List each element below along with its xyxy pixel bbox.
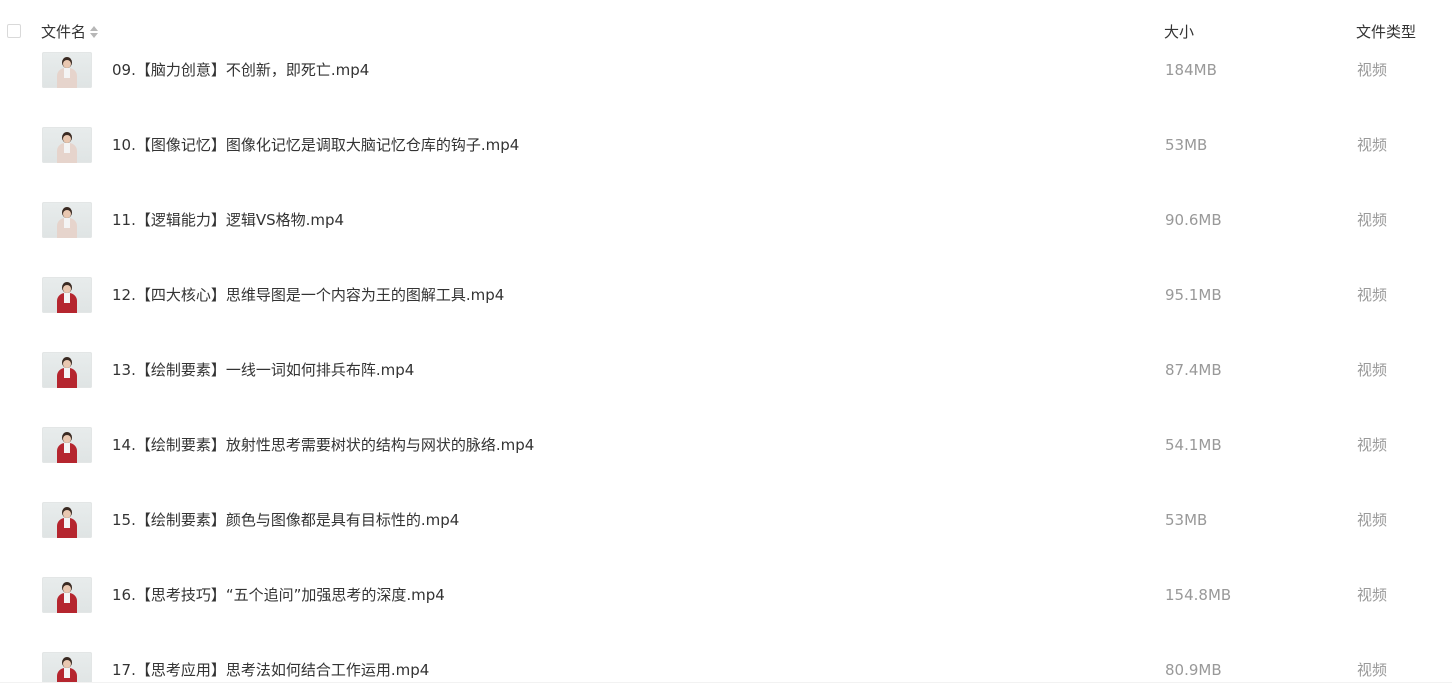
video-thumbnail[interactable] bbox=[42, 502, 92, 538]
thumbnail-figure-shirt bbox=[64, 518, 70, 528]
table-row[interactable]: 14.【绘制要素】放射性思考需要树状的结构与网状的脉络.mp4 54.1MB 视频 bbox=[0, 427, 1452, 502]
table-row[interactable]: 09.【脑力创意】不创新，即死亡.mp4 184MB 视频 bbox=[0, 52, 1452, 127]
thumbnail-figure-face bbox=[63, 210, 71, 218]
file-size: 53MB bbox=[1165, 511, 1208, 529]
table-row[interactable]: 11.【逻辑能力】逻辑VS格物.mp4 90.6MB 视频 bbox=[0, 202, 1452, 277]
sort-icon[interactable] bbox=[90, 25, 99, 39]
file-size: 53MB bbox=[1165, 136, 1208, 154]
thumbnail-figure-face bbox=[63, 360, 71, 368]
thumbnail-figure-face bbox=[63, 660, 71, 668]
table-row[interactable]: 15.【绘制要素】颜色与图像都是具有目标性的.mp4 53MB 视频 bbox=[0, 502, 1452, 577]
thumbnail-figure-face bbox=[63, 60, 71, 68]
file-size: 54.1MB bbox=[1165, 436, 1222, 454]
file-size: 184MB bbox=[1165, 61, 1217, 79]
file-list-view: 文件名 大小 文件类型 09.【脑力创意】不创新，即死亡.mp4 184MB 视频 1… bbox=[0, 0, 1452, 696]
file-size: 90.6MB bbox=[1165, 211, 1222, 229]
thumbnail-figure-shirt bbox=[64, 218, 70, 228]
list-bottom-edge bbox=[0, 682, 1452, 696]
thumbnail-figure-face bbox=[63, 135, 71, 143]
file-name[interactable]: 17.【思考应用】思考法如何结合工作运用.mp4 bbox=[112, 660, 429, 680]
video-thumbnail[interactable] bbox=[42, 52, 92, 88]
table-row[interactable]: 10.【图像记忆】图像化记忆是调取大脑记忆仓库的钩子.mp4 53MB 视频 bbox=[0, 127, 1452, 202]
column-header-name[interactable]: 文件名 bbox=[41, 22, 99, 42]
file-size: 154.8MB bbox=[1165, 586, 1232, 604]
table-row[interactable]: 13.【绘制要素】一线一词如何排兵布阵.mp4 87.4MB 视频 bbox=[0, 352, 1452, 427]
file-type: 视频 bbox=[1357, 586, 1388, 604]
table-header: 文件名 大小 文件类型 bbox=[0, 0, 1452, 52]
file-name[interactable]: 09.【脑力创意】不创新，即死亡.mp4 bbox=[112, 60, 369, 80]
file-type: 视频 bbox=[1357, 211, 1388, 229]
file-type: 视频 bbox=[1357, 436, 1388, 454]
file-type: 视频 bbox=[1357, 361, 1388, 379]
file-type: 视频 bbox=[1357, 136, 1388, 154]
thumbnail-figure-shirt bbox=[64, 593, 70, 603]
table-row[interactable]: 12.【四大核心】思维导图是一个内容为王的图解工具.mp4 95.1MB 视频 bbox=[0, 277, 1452, 352]
video-thumbnail[interactable] bbox=[42, 577, 92, 613]
file-name[interactable]: 10.【图像记忆】图像化记忆是调取大脑记忆仓库的钩子.mp4 bbox=[112, 135, 519, 155]
video-thumbnail[interactable] bbox=[42, 427, 92, 463]
video-thumbnail[interactable] bbox=[42, 277, 92, 313]
thumbnail-figure-face bbox=[63, 510, 71, 518]
file-type: 视频 bbox=[1357, 511, 1388, 529]
file-name[interactable]: 15.【绘制要素】颜色与图像都是具有目标性的.mp4 bbox=[112, 510, 459, 530]
column-header-size[interactable]: 大小 bbox=[1164, 22, 1194, 42]
thumbnail-figure-shirt bbox=[64, 668, 70, 678]
file-size: 87.4MB bbox=[1165, 361, 1222, 379]
thumbnail-figure-shirt bbox=[64, 68, 70, 78]
video-thumbnail[interactable] bbox=[42, 202, 92, 238]
video-thumbnail[interactable] bbox=[42, 352, 92, 388]
thumbnail-figure-face bbox=[63, 435, 71, 443]
file-name[interactable]: 13.【绘制要素】一线一词如何排兵布阵.mp4 bbox=[112, 360, 414, 380]
thumbnail-figure-shirt bbox=[64, 143, 70, 153]
file-name[interactable]: 11.【逻辑能力】逻辑VS格物.mp4 bbox=[112, 210, 344, 230]
thumbnail-figure-face bbox=[63, 285, 71, 293]
video-thumbnail[interactable] bbox=[42, 127, 92, 163]
thumbnail-figure-shirt bbox=[64, 293, 70, 303]
file-name[interactable]: 12.【四大核心】思维导图是一个内容为王的图解工具.mp4 bbox=[112, 285, 504, 305]
file-type: 视频 bbox=[1357, 61, 1388, 79]
thumbnail-figure-shirt bbox=[64, 368, 70, 378]
column-header-name-label: 文件名 bbox=[41, 23, 87, 41]
column-header-type[interactable]: 文件类型 bbox=[1356, 22, 1416, 42]
table-row[interactable]: 16.【思考技巧】“五个追问”加强思考的深度.mp4 154.8MB 视频 bbox=[0, 577, 1452, 652]
select-all-checkbox[interactable] bbox=[7, 24, 21, 38]
file-type: 视频 bbox=[1357, 661, 1388, 679]
file-size: 95.1MB bbox=[1165, 286, 1222, 304]
file-name[interactable]: 14.【绘制要素】放射性思考需要树状的结构与网状的脉络.mp4 bbox=[112, 435, 534, 455]
file-type: 视频 bbox=[1357, 286, 1388, 304]
file-size: 80.9MB bbox=[1165, 661, 1222, 679]
file-name[interactable]: 16.【思考技巧】“五个追问”加强思考的深度.mp4 bbox=[112, 585, 445, 605]
thumbnail-figure-shirt bbox=[64, 443, 70, 453]
thumbnail-figure-face bbox=[63, 585, 71, 593]
